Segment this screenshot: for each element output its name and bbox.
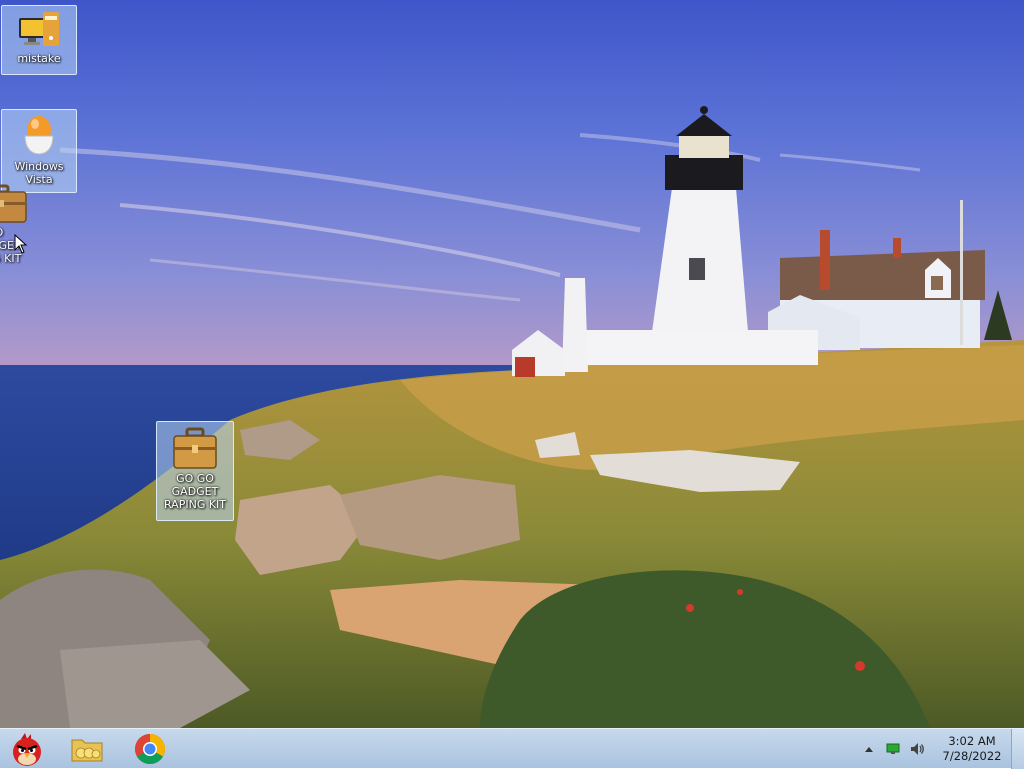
volume-icon — [911, 743, 924, 755]
chevron-up-icon — [865, 747, 873, 752]
egg-cup-icon — [24, 116, 54, 155]
desktop-icon-label: mistake — [17, 52, 61, 65]
wallpaper-lighthouse — [0, 0, 1024, 728]
taskbar-angry-birds-button[interactable] — [2, 731, 52, 767]
desktop-icon-mistake[interactable]: mistake — [1, 5, 77, 75]
taskbar: 3:02 AM 7/28/2022 — [0, 728, 1024, 769]
taskbar-chrome-button[interactable] — [125, 731, 175, 767]
clock-time: 3:02 AM — [948, 734, 996, 748]
network-tray-button[interactable] — [882, 738, 904, 760]
network-icon — [886, 743, 900, 754]
taskbar-folder-button[interactable] — [62, 731, 112, 767]
system-tray: 3:02 AM 7/28/2022 — [856, 729, 1010, 769]
folder-icon — [71, 739, 103, 762]
desktop[interactable]: mistake Windows Vista O GO GADGET PING K… — [0, 0, 1024, 728]
desktop-icon-go-go-gadget-raping-kit[interactable]: GO GO GADGET RAPING KIT — [156, 421, 234, 521]
angry-bird-icon — [13, 733, 41, 766]
chrome-icon — [134, 734, 166, 765]
mouse-cursor-icon — [14, 234, 28, 254]
briefcase-icon — [0, 184, 27, 223]
desktop-icon-label: GO GO GADGET RAPING KIT — [163, 472, 227, 511]
desktop-icon-gadget-kit-duplicate[interactable]: O GO GADGET PING KIT — [0, 178, 38, 278]
clock-date: 7/28/2022 — [942, 749, 1002, 763]
computer-icon — [19, 12, 59, 46]
show-hidden-icons-button[interactable] — [858, 738, 880, 760]
show-desktop-button[interactable] — [1011, 729, 1024, 769]
briefcase-icon — [173, 427, 217, 469]
taskbar-clock[interactable]: 3:02 AM 7/28/2022 — [934, 734, 1010, 764]
volume-tray-button[interactable] — [906, 738, 928, 760]
